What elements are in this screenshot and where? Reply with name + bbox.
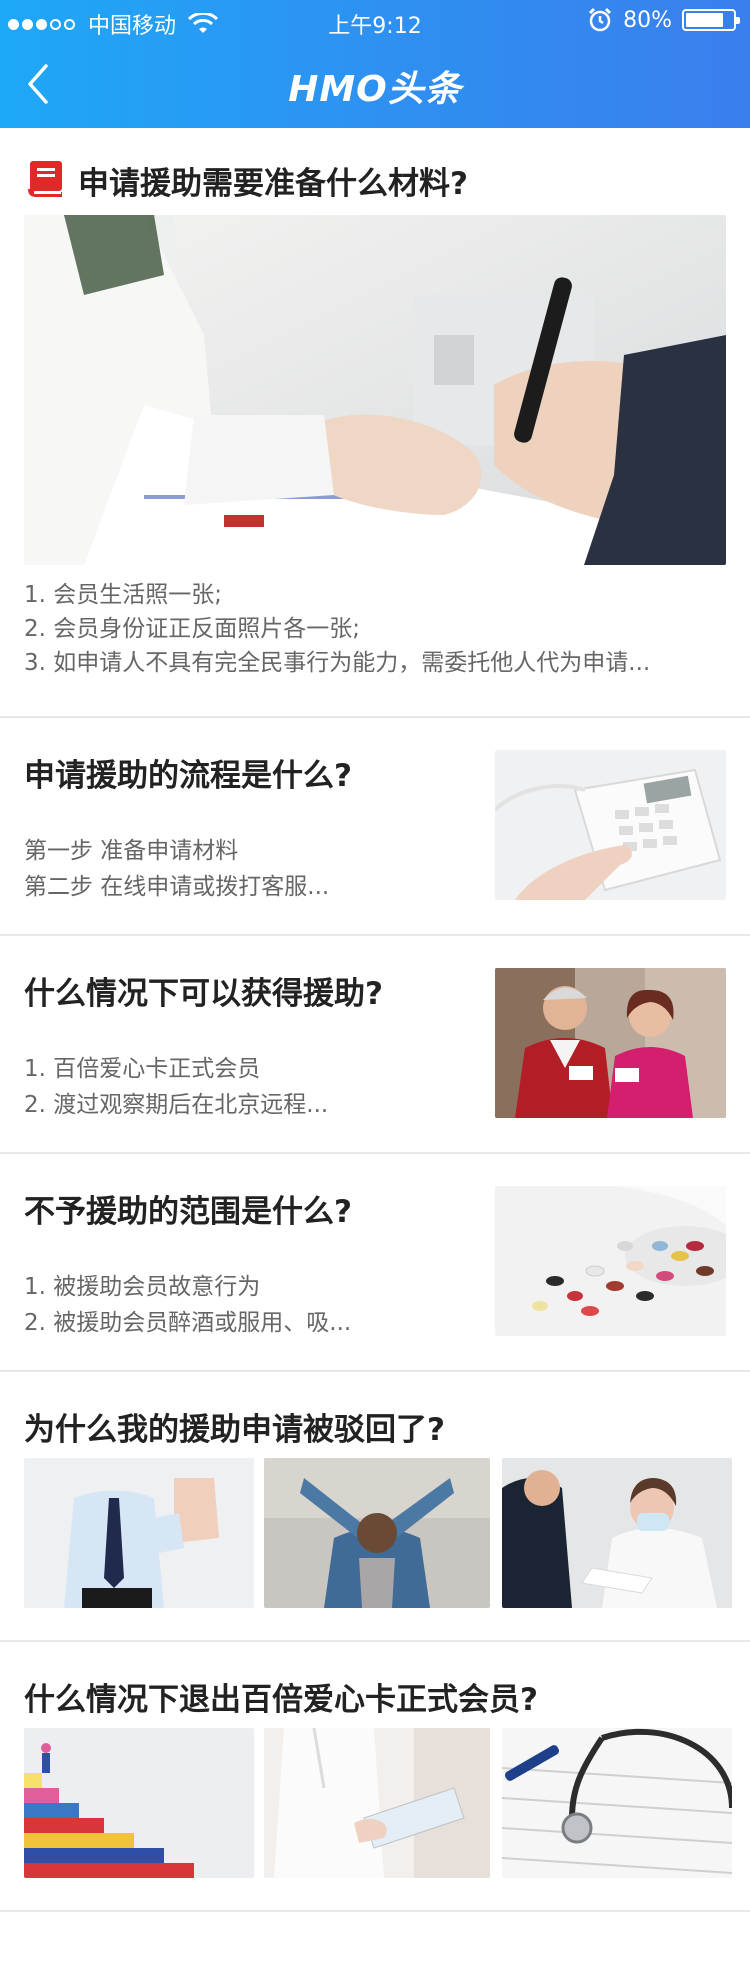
book-icon: [28, 161, 62, 197]
doctor-with-mask-image: [502, 1458, 732, 1608]
colorful-stairs-image: [24, 1728, 254, 1878]
article-text-line: 2. 渡过观察期后在北京远程...: [24, 1092, 329, 1118]
man-stop-gesture-image: [24, 1458, 254, 1608]
navigation-bar: HMO头条: [0, 40, 750, 128]
alarm-icon: [589, 7, 612, 32]
article-title: 为什么我的援助申请被驳回了?: [24, 1412, 445, 1448]
article-title: 申请援助需要准备什么材料?: [78, 166, 468, 202]
article-card-exclusions[interactable]: 不予援助的范围是什么? 1. 被援助会员故意行为 2. 被援助会员醉酒或服用、吸…: [0, 1154, 750, 1372]
article-text-line: 2. 会员身份证正反面照片各一张;: [24, 616, 361, 642]
article-text-line: 1. 被援助会员故意行为: [24, 1274, 261, 1300]
article-text-line: 第一步 准备申请材料: [24, 838, 239, 864]
senior-couple-cards-image: [495, 968, 726, 1118]
article-card-materials[interactable]: 申请援助需要准备什么材料? 1. 会员生活照一张; 2. 会员身份证正反面照片各…: [0, 128, 750, 718]
stethoscope-document-image: [502, 1728, 732, 1878]
article-title: 不予援助的范围是什么?: [24, 1194, 352, 1230]
article-title: 什么情况下可以获得援助?: [24, 976, 383, 1012]
article-text-line: 2. 被援助会员醉酒或服用、吸...: [24, 1310, 352, 1336]
article-title: 申请援助的流程是什么?: [24, 758, 352, 794]
telephone-dialing-image: [495, 750, 726, 900]
page-title: HMO头条: [288, 69, 462, 110]
woman-crossed-arms-image: [264, 1458, 490, 1608]
battery-percentage: 80%: [623, 7, 672, 33]
article-card-withdraw[interactable]: 什么情况下退出百倍爱心卡正式会员?: [0, 1642, 750, 1912]
article-text-line: 3. 如申请人不具有完全民事行为能力，需委托他人代为申请...: [24, 650, 651, 676]
article-text-line: 第二步 在线申请或拨打客服...: [24, 874, 330, 900]
status-bar: 中国移动 上午9:12 80%: [0, 0, 750, 40]
article-card-process[interactable]: 申请援助的流程是什么? 第一步 准备申请材料 第二步 在线申请或拨打客服...: [0, 718, 750, 936]
article-title: 什么情况下退出百倍爱心卡正式会员?: [24, 1682, 538, 1718]
article-card-rejection[interactable]: 为什么我的援助申请被驳回了?: [0, 1372, 750, 1642]
app-header: 中国移动 上午9:12 80% HMO头条: [0, 0, 750, 128]
article-text-line: 1. 会员生活照一张;: [24, 582, 223, 608]
doctor-writing-image: [24, 215, 726, 565]
article-card-eligibility[interactable]: 什么情况下可以获得援助? 1. 百倍爱心卡正式会员 2. 渡过观察期后在北京远程…: [0, 936, 750, 1154]
article-text-line: 1. 百倍爱心卡正式会员: [24, 1056, 261, 1082]
status-right: 80%: [587, 7, 740, 33]
doctor-clipboard-image: [264, 1728, 490, 1878]
pills-image: [495, 1186, 726, 1336]
battery-icon: [682, 9, 740, 31]
